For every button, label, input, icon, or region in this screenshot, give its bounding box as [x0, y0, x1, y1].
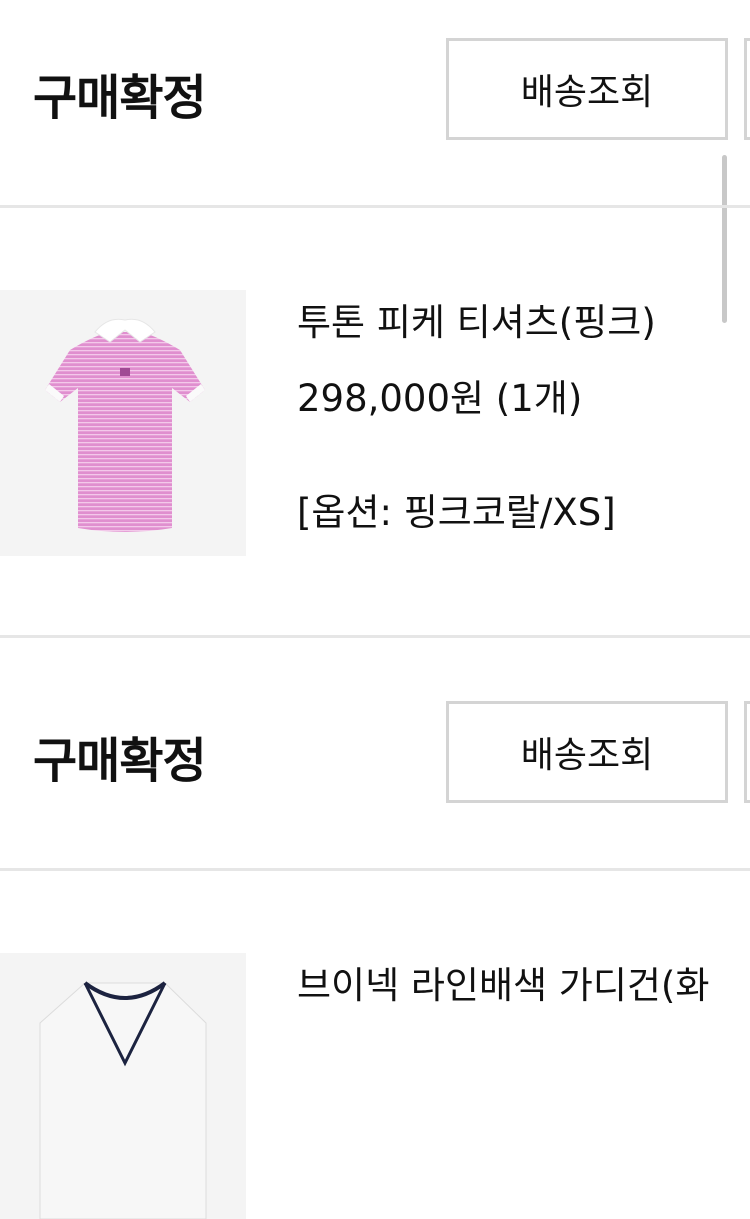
order-status: 구매확정: [33, 733, 207, 789]
track-delivery-button[interactable]: 배송조회: [446, 38, 728, 140]
white-cardigan-image: [0, 953, 246, 1219]
product-image[interactable]: [0, 953, 246, 1219]
product-name[interactable]: 투톤 피케 티셔츠(핑크): [297, 292, 656, 346]
scrollbar[interactable]: [722, 155, 727, 323]
divider: [0, 868, 750, 871]
next-button-edge[interactable]: [744, 38, 750, 140]
next-button-edge[interactable]: [744, 701, 750, 803]
order-status: 구매확정: [33, 70, 207, 126]
product-option: [옵션: 핑크코랄/XS]: [297, 491, 616, 534]
product-name[interactable]: 브이넥 라인배색 가디건(화: [297, 955, 709, 1009]
product-price: 298,000원 (1개): [297, 377, 583, 420]
track-delivery-button[interactable]: 배송조회: [446, 701, 728, 803]
order-header: 구매확정 배송조회: [0, 0, 750, 205]
pink-polo-shirt-image: [0, 290, 246, 556]
product-image[interactable]: [0, 290, 246, 556]
divider: [0, 635, 750, 638]
order-header: 구매확정 배송조회: [0, 663, 750, 868]
divider: [0, 205, 750, 208]
